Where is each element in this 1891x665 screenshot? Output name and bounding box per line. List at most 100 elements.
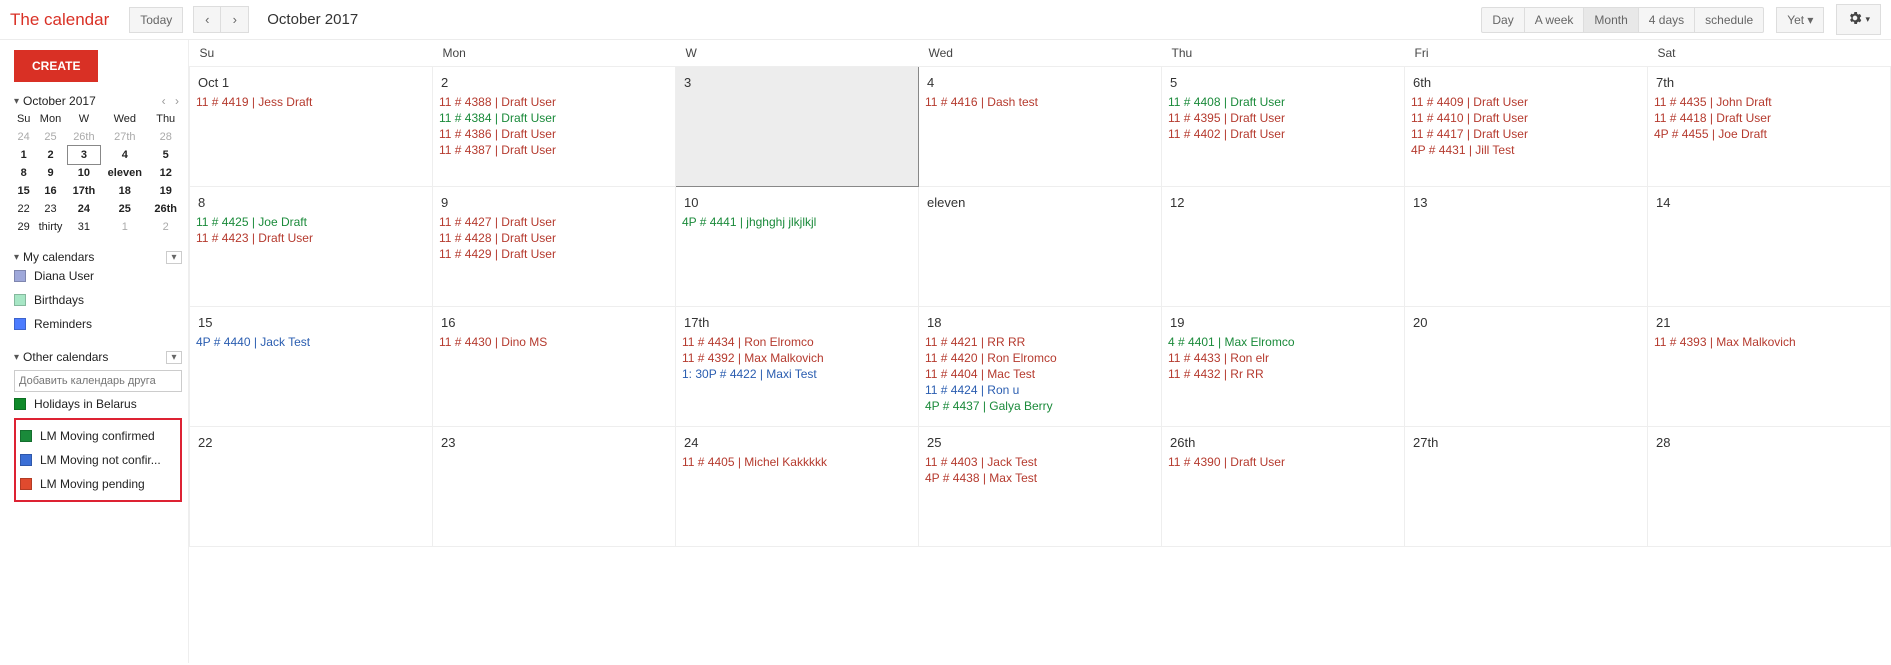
calendar-item[interactable]: Birthdays bbox=[14, 288, 182, 312]
day-cell[interactable]: 154P # 4440 | Jack Test bbox=[190, 307, 433, 427]
calendar-event[interactable]: 4P # 4438 | Max Test bbox=[925, 470, 1155, 486]
calendar-event[interactable]: 11 # 4395 | Draft User bbox=[1168, 110, 1398, 126]
day-cell[interactable]: 2111 # 4393 | Max Malkovich bbox=[1648, 307, 1891, 427]
day-cell[interactable]: 2411 # 4405 | Michel Kakkkkk bbox=[676, 427, 919, 547]
calendar-item[interactable]: LM Moving not confir... bbox=[20, 448, 176, 472]
day-cell[interactable]: 194 # 4401 | Max Elromco11 # 4433 | Ron … bbox=[1162, 307, 1405, 427]
calendar-event[interactable]: 11 # 4421 | RR RR bbox=[925, 334, 1155, 350]
day-cell[interactable]: 7th11 # 4435 | John Draft11 # 4418 | Dra… bbox=[1648, 67, 1891, 187]
mini-day[interactable]: 31 bbox=[68, 218, 101, 236]
calendar-event[interactable]: 4P # 4441 | jhghghj jlkjlkjl bbox=[682, 214, 912, 230]
mini-day[interactable]: 2 bbox=[149, 218, 182, 236]
calendar-event[interactable]: 11 # 4408 | Draft User bbox=[1168, 94, 1398, 110]
day-cell[interactable]: 6th11 # 4409 | Draft User11 # 4410 | Dra… bbox=[1405, 67, 1648, 187]
mini-day[interactable]: 27th bbox=[100, 128, 149, 146]
calendar-event[interactable]: 4 # 4401 | Max Elromco bbox=[1168, 334, 1398, 350]
day-cell[interactable]: 22 bbox=[190, 427, 433, 547]
day-cell[interactable]: 211 # 4388 | Draft User11 # 4384 | Draft… bbox=[433, 67, 676, 187]
calendar-event[interactable]: 4P # 4437 | Galya Berry bbox=[925, 398, 1155, 414]
mini-day[interactable]: 12 bbox=[149, 164, 182, 182]
calendar-event[interactable]: 11 # 4390 | Draft User bbox=[1168, 454, 1398, 470]
mini-day[interactable]: 2 bbox=[33, 146, 67, 164]
next-period-button[interactable]: › bbox=[221, 6, 249, 33]
mini-day[interactable]: 23 bbox=[33, 200, 67, 218]
calendar-event[interactable]: 11 # 4424 | Ron u bbox=[925, 382, 1155, 398]
mini-day[interactable]: 25 bbox=[100, 200, 149, 218]
calendar-event[interactable]: 11 # 4430 | Dino MS bbox=[439, 334, 669, 350]
day-cell[interactable]: 811 # 4425 | Joe Draft11 # 4423 | Draft … bbox=[190, 187, 433, 307]
add-friend-calendar-input[interactable] bbox=[14, 370, 182, 392]
calendar-event[interactable]: 11 # 4425 | Joe Draft bbox=[196, 214, 426, 230]
calendar-event[interactable]: 11 # 4388 | Draft User bbox=[439, 94, 669, 110]
mini-day[interactable]: 19 bbox=[149, 182, 182, 200]
mini-day[interactable]: 16 bbox=[33, 182, 67, 200]
mini-day[interactable]: 24 bbox=[68, 200, 101, 218]
calendar-item[interactable]: Holidays in Belarus bbox=[14, 392, 182, 416]
day-cell[interactable]: 911 # 4427 | Draft User11 # 4428 | Draft… bbox=[433, 187, 676, 307]
mini-day[interactable]: 26th bbox=[149, 200, 182, 218]
my-calendars-menu-icon[interactable]: ▾ bbox=[166, 251, 182, 264]
mini-day[interactable]: 29 bbox=[14, 218, 33, 236]
mini-day[interactable]: 15 bbox=[14, 182, 33, 200]
day-cell[interactable]: 28 bbox=[1648, 427, 1891, 547]
calendar-event[interactable]: 11 # 4428 | Draft User bbox=[439, 230, 669, 246]
mini-day[interactable]: 3 bbox=[68, 146, 101, 164]
calendar-event[interactable]: 11 # 4384 | Draft User bbox=[439, 110, 669, 126]
more-menu-button[interactable]: Yet ▾ bbox=[1776, 7, 1824, 33]
day-cell[interactable]: 411 # 4416 | Dash test bbox=[919, 67, 1162, 187]
calendar-event[interactable]: 4P # 4431 | Jill Test bbox=[1411, 142, 1641, 158]
calendar-event[interactable]: 11 # 4420 | Ron Elromco bbox=[925, 350, 1155, 366]
mini-day[interactable]: 18 bbox=[100, 182, 149, 200]
mini-prev-button[interactable]: ‹ bbox=[159, 94, 169, 108]
today-button[interactable]: Today bbox=[129, 7, 183, 33]
mini-day[interactable]: 26th bbox=[68, 128, 101, 146]
day-cell[interactable]: 12 bbox=[1162, 187, 1405, 307]
calendar-event[interactable]: 11 # 4387 | Draft User bbox=[439, 142, 669, 158]
day-cell[interactable]: 13 bbox=[1405, 187, 1648, 307]
day-cell[interactable]: 2511 # 4403 | Jack Test4P # 4438 | Max T… bbox=[919, 427, 1162, 547]
calendar-item[interactable]: Diana User bbox=[14, 264, 182, 288]
mini-day[interactable]: 24 bbox=[14, 128, 33, 146]
calendar-item[interactable]: LM Moving confirmed bbox=[20, 424, 176, 448]
calendar-event[interactable]: 11 # 4403 | Jack Test bbox=[925, 454, 1155, 470]
calendar-event[interactable]: 11 # 4393 | Max Malkovich bbox=[1654, 334, 1884, 350]
mini-day[interactable]: 9 bbox=[33, 164, 67, 182]
calendar-event[interactable]: 11 # 4429 | Draft User bbox=[439, 246, 669, 262]
calendar-event[interactable]: 4P # 4455 | Joe Draft bbox=[1654, 126, 1884, 142]
mini-day[interactable]: 17th bbox=[68, 182, 101, 200]
mini-day[interactable]: 1 bbox=[100, 218, 149, 236]
mini-day[interactable]: eleven bbox=[100, 164, 149, 182]
calendar-event[interactable]: 11 # 4435 | John Draft bbox=[1654, 94, 1884, 110]
calendar-event[interactable]: 11 # 4404 | Mac Test bbox=[925, 366, 1155, 382]
other-calendars-header[interactable]: ▾ Other calendars ▾ bbox=[14, 350, 182, 364]
day-cell[interactable]: 26th11 # 4390 | Draft User bbox=[1162, 427, 1405, 547]
calendar-event[interactable]: 11 # 4423 | Draft User bbox=[196, 230, 426, 246]
collapse-icon[interactable]: ▾ bbox=[14, 96, 19, 107]
mini-day[interactable]: 25 bbox=[33, 128, 67, 146]
view-day-button[interactable]: Day bbox=[1481, 7, 1524, 33]
day-cell[interactable]: 104P # 4441 | jhghghj jlkjlkjl bbox=[676, 187, 919, 307]
calendar-event[interactable]: 11 # 4418 | Draft User bbox=[1654, 110, 1884, 126]
day-cell[interactable]: 23 bbox=[433, 427, 676, 547]
calendar-event[interactable]: 1: 30P # 4422 | Maxi Test bbox=[682, 366, 912, 382]
calendar-event[interactable]: 11 # 4409 | Draft User bbox=[1411, 94, 1641, 110]
create-button[interactable]: CREATE bbox=[14, 50, 98, 82]
calendar-event[interactable]: 11 # 4434 | Ron Elromco bbox=[682, 334, 912, 350]
calendar-item[interactable]: LM Moving pending bbox=[20, 472, 176, 496]
calendar-event[interactable]: 11 # 4419 | Jess Draft bbox=[196, 94, 426, 110]
day-cell[interactable]: 511 # 4408 | Draft User11 # 4395 | Draft… bbox=[1162, 67, 1405, 187]
calendar-event[interactable]: 11 # 4417 | Draft User bbox=[1411, 126, 1641, 142]
day-cell[interactable]: 14 bbox=[1648, 187, 1891, 307]
mini-day[interactable]: 28 bbox=[149, 128, 182, 146]
other-calendars-menu-icon[interactable]: ▾ bbox=[166, 351, 182, 364]
calendar-event[interactable]: 11 # 4427 | Draft User bbox=[439, 214, 669, 230]
view-a-week-button[interactable]: A week bbox=[1525, 7, 1585, 33]
calendar-event[interactable]: 11 # 4432 | Rr RR bbox=[1168, 366, 1398, 382]
mini-day[interactable]: 22 bbox=[14, 200, 33, 218]
day-cell[interactable]: Oct 111 # 4419 | Jess Draft bbox=[190, 67, 433, 187]
mini-next-button[interactable]: › bbox=[172, 94, 182, 108]
mini-day[interactable]: 4 bbox=[100, 146, 149, 164]
settings-button[interactable]: ▾ bbox=[1836, 4, 1881, 35]
view-schedule-button[interactable]: schedule bbox=[1695, 7, 1764, 33]
day-cell[interactable]: 27th bbox=[1405, 427, 1648, 547]
